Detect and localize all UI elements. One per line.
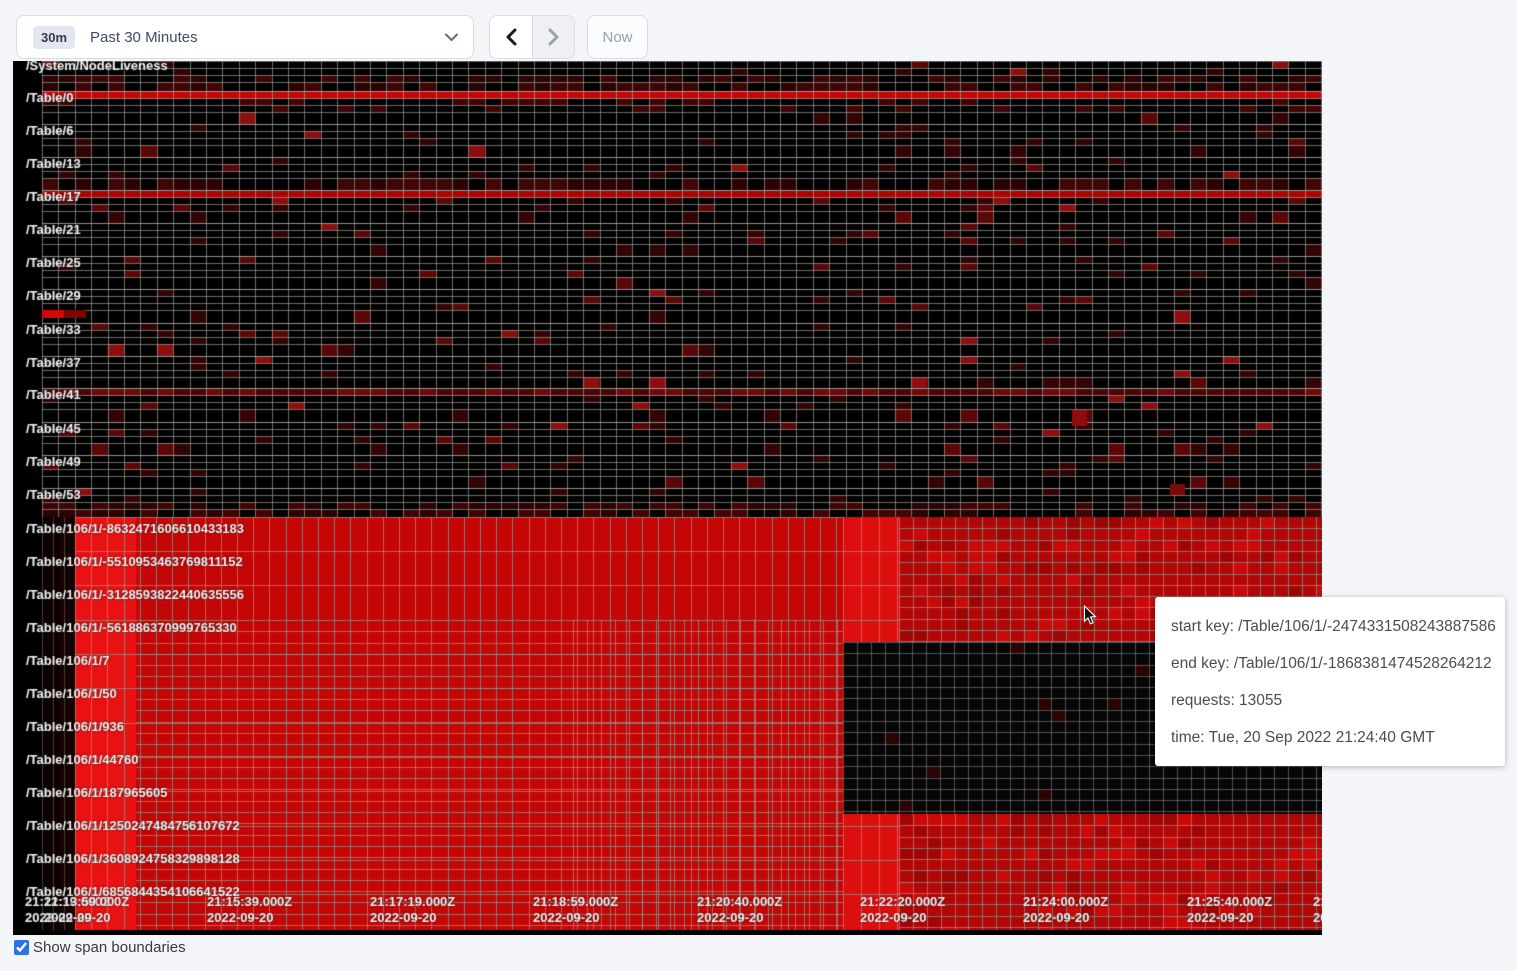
time-range-badge: 30m xyxy=(33,26,75,49)
tooltip: start key: /Table/106/1/-247433150824388… xyxy=(1155,597,1505,766)
tooltip-end-key: end key: /Table/106/1/-18683814745282642… xyxy=(1171,645,1491,682)
tooltip-time: time: Tue, 20 Sep 2022 21:24:40 GMT xyxy=(1171,719,1491,756)
show-span-boundaries-label: Show span boundaries xyxy=(33,939,186,956)
tooltip-requests: requests: 13055 xyxy=(1171,682,1491,719)
chevron-left-icon xyxy=(505,28,517,46)
key-visualizer-canvas[interactable] xyxy=(13,61,1322,935)
time-nav-group xyxy=(489,15,575,59)
tooltip-start-key: start key: /Table/106/1/-247433150824388… xyxy=(1171,608,1491,645)
time-range-dropdown[interactable]: 30m Past 30 Minutes xyxy=(16,15,474,59)
span-boundaries-row: Show span boundaries xyxy=(14,939,186,956)
now-button[interactable]: Now xyxy=(587,15,648,59)
time-forward-button[interactable] xyxy=(532,16,574,58)
chevron-right-icon xyxy=(548,28,560,46)
show-span-boundaries-checkbox[interactable] xyxy=(14,940,29,955)
time-range-label: Past 30 Minutes xyxy=(90,29,444,46)
time-range-toolbar: 30m Past 30 Minutes Now xyxy=(16,15,648,59)
time-back-button[interactable] xyxy=(490,16,532,58)
mouse-cursor-icon xyxy=(1083,605,1097,626)
chevron-down-icon xyxy=(444,32,459,42)
